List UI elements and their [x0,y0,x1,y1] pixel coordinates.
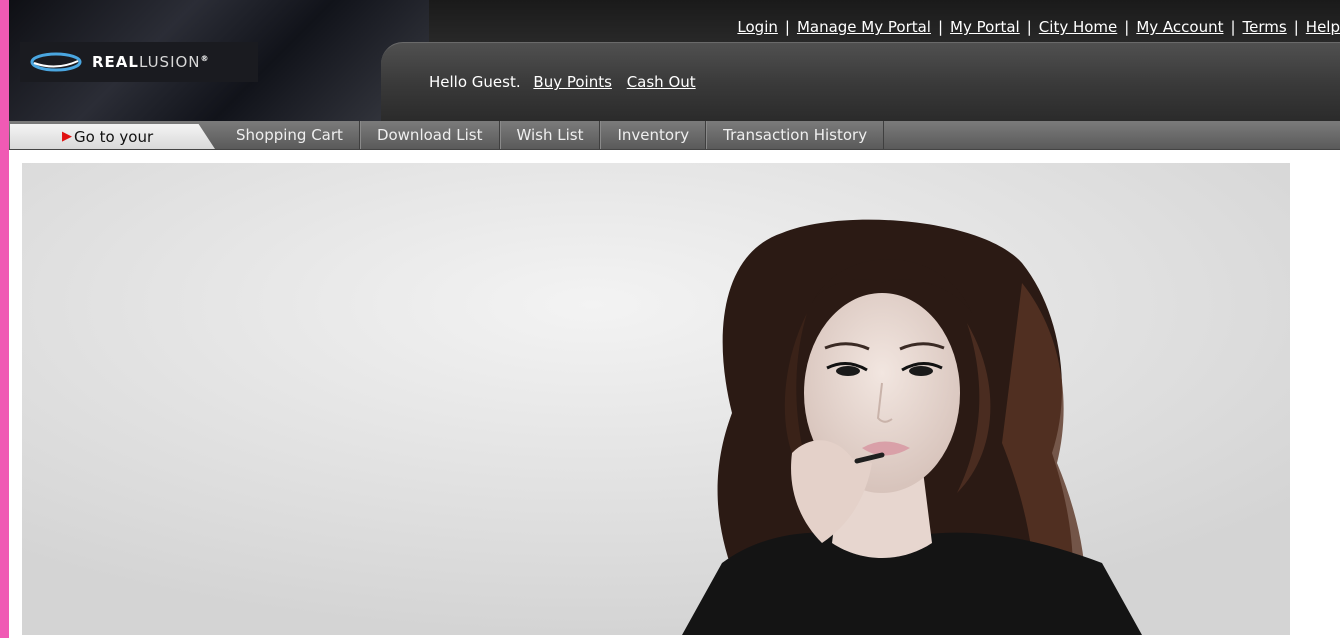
tab-list: Shopping Cart Download List Wish List In… [220,121,885,149]
cash-out-link[interactable]: Cash Out [627,73,696,91]
nav-separator: | [1293,18,1299,36]
login-link[interactable]: Login [737,18,777,36]
tab-download-list[interactable]: Download List [359,121,500,149]
top-nav: Login | Manage My Portal | My Portal | City Ho… [737,18,1340,40]
portrait-photo [22,163,1290,635]
greeting-text: Hello Guest. [429,73,521,91]
tab-wish-list[interactable]: Wish List [499,121,601,149]
brand-logo[interactable]: REALLUSION® [20,42,258,82]
go-to-your-label: Go to your [74,127,154,146]
nav-separator: | [1230,18,1236,36]
brand-name: REALLUSION® [92,53,210,71]
tab-inventory[interactable]: Inventory [600,121,707,149]
red-arrow-icon: ▶ [62,129,72,144]
nav-separator: | [937,18,944,36]
terms-link[interactable]: Terms [1243,18,1287,36]
tab-bar: ▶ Go to your Shopping Cart Download List… [9,121,1340,150]
city-home-link[interactable]: City Home [1039,18,1117,36]
tab-shopping-cart[interactable]: Shopping Cart [220,121,360,149]
go-to-your-tab[interactable]: ▶ Go to your [10,124,215,149]
nav-separator: | [1124,18,1130,36]
site-header: REALLUSION® Login | Manage My Portal | My Po… [9,0,1340,121]
hero-banner[interactable] [22,163,1290,635]
nav-separator: | [784,18,790,36]
manage-my-portal-link[interactable]: Manage My Portal [797,18,931,36]
page-edge [0,0,9,638]
help-link[interactable]: Help [1306,18,1340,36]
greeting: Hello Guest. Buy Points Cash Out [429,73,696,91]
tab-transaction-history[interactable]: Transaction History [706,121,885,149]
buy-points-link[interactable]: Buy Points [533,73,612,91]
swoosh-icon [30,52,82,72]
nav-separator: | [1026,18,1032,36]
my-account-link[interactable]: My Account [1136,18,1223,36]
my-portal-link[interactable]: My Portal [950,18,1020,36]
